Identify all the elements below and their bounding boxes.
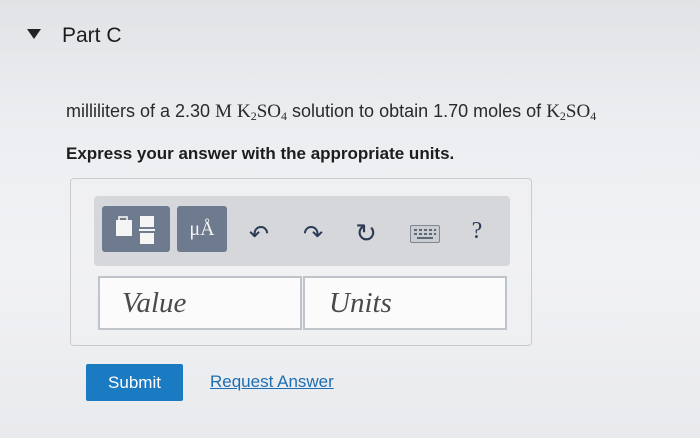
- value-field[interactable]: [98, 276, 302, 330]
- templates-button[interactable]: [102, 206, 170, 252]
- help-icon[interactable]: ?: [466, 218, 488, 245]
- molarity-unit: M: [215, 101, 232, 122]
- question-text: milliliters of a 2.30 M K2SO4 solution t…: [66, 101, 597, 123]
- request-answer-link[interactable]: Request Answer: [210, 372, 334, 392]
- units-button[interactable]: μÅ: [177, 206, 227, 252]
- reset-icon[interactable]: ↻: [352, 218, 380, 249]
- submit-button[interactable]: Submit: [86, 364, 183, 401]
- undo-icon[interactable]: ↶: [246, 220, 272, 249]
- instruction-text: Express your answer with the appropriate…: [66, 144, 455, 163]
- units-input[interactable]: [305, 278, 505, 328]
- formula-k2so4-second: K2SO4: [546, 101, 597, 123]
- value-input[interactable]: [100, 278, 300, 328]
- part-header[interactable]: Part C: [0, 0, 700, 80]
- templates-icon: [116, 216, 155, 244]
- keyboard-icon[interactable]: [410, 225, 440, 243]
- formula-k2so4: K2SO4: [236, 101, 288, 123]
- collapse-caret-icon[interactable]: [27, 29, 41, 39]
- redo-icon[interactable]: ↷: [300, 220, 326, 249]
- part-title: Part C: [62, 24, 122, 47]
- units-field[interactable]: [303, 276, 507, 330]
